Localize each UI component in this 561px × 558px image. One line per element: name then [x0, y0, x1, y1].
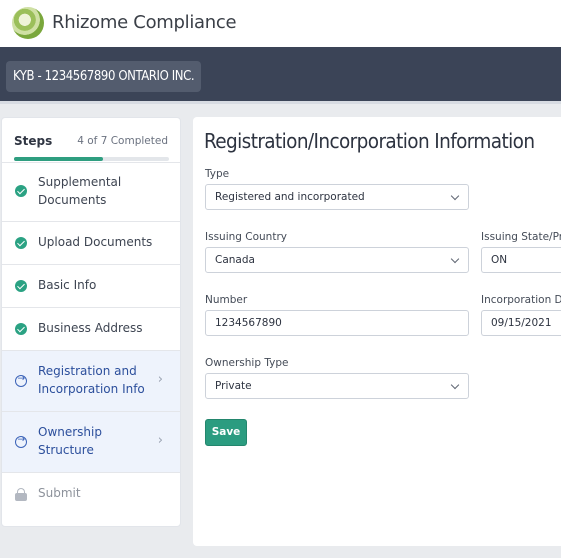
step-label: Supplemental Documents [38, 175, 122, 207]
issuing-state-value: ON [491, 254, 508, 266]
type-select[interactable]: Registered and incorporated [205, 184, 469, 210]
chevron-down-icon [450, 191, 460, 201]
incorporation-date-input[interactable]: 09/15/2021 [481, 310, 561, 336]
number-value: 1234567890 [215, 317, 282, 329]
issuing-country-select[interactable]: Canada [205, 247, 469, 273]
step-label: Basic Info [38, 278, 97, 292]
registration-form-panel: Registration/Incorporation Information T… [193, 117, 561, 546]
step-supplemental-documents[interactable]: Supplemental Documents [2, 163, 180, 222]
ownership-type-label: Ownership Type [205, 357, 289, 369]
step-business-address[interactable]: Business Address [2, 308, 180, 351]
step-label: Ownership Structure [38, 425, 102, 457]
type-value: Registered and incorporated [215, 191, 365, 203]
issuing-country-value: Canada [215, 254, 255, 266]
step-label: Submit [38, 486, 81, 500]
rhizome-logo-icon[interactable] [12, 7, 44, 39]
chevron-right-icon: › [157, 433, 163, 448]
chevron-right-icon: › [157, 372, 163, 387]
steps-title: Steps [14, 134, 53, 148]
check-circle-icon [15, 280, 27, 292]
number-input[interactable]: 1234567890 [205, 310, 469, 336]
step-submit: Submit [2, 473, 180, 516]
page-header: KYB - 1234567890 ONTARIO INC. [0, 47, 561, 104]
steps-progress-bar [14, 157, 169, 161]
incorporation-date-label: Incorporation Da [481, 294, 561, 306]
step-label: Registration and Incorporation Info [38, 364, 145, 396]
brand-name[interactable]: Rhizome Compliance [52, 12, 237, 33]
step-registration-incorporation[interactable]: Registration and Incorporation Info › [2, 351, 180, 412]
ownership-type-select[interactable]: Private [205, 373, 469, 399]
check-circle-icon [15, 323, 27, 335]
chevron-down-icon [450, 254, 460, 264]
arrow-circle-icon [15, 435, 27, 448]
step-ownership-structure[interactable]: Ownership Structure › [2, 412, 180, 473]
incorporation-date-value: 09/15/2021 [491, 317, 552, 329]
page-title: Registration/Incorporation Information [204, 129, 535, 153]
ownership-type-value: Private [215, 380, 252, 392]
steps-panel: Steps 4 of 7 Completed Supplemental Docu… [1, 117, 181, 527]
step-upload-documents[interactable]: Upload Documents [2, 222, 180, 265]
step-label: Business Address [38, 321, 143, 335]
issuing-country-label: Issuing Country [205, 231, 287, 243]
chevron-down-icon [450, 380, 460, 390]
kyb-title-chip: KYB - 1234567890 ONTARIO INC. [6, 61, 202, 92]
top-bar: Rhizome Compliance [0, 0, 561, 47]
issuing-state-label: Issuing State/Pro [481, 231, 561, 243]
number-label: Number [205, 294, 248, 306]
save-button[interactable]: Save [205, 419, 247, 446]
check-circle-icon [15, 185, 27, 197]
step-basic-info[interactable]: Basic Info [2, 265, 180, 308]
steps-header: Steps 4 of 7 Completed [2, 118, 180, 163]
steps-completed-count: 4 of 7 Completed [77, 135, 168, 147]
step-label: Upload Documents [38, 235, 153, 249]
arrow-circle-icon [15, 374, 27, 387]
lock-icon [15, 488, 27, 501]
steps-progress-fill [14, 157, 103, 161]
issuing-state-select[interactable]: ON [481, 247, 561, 273]
type-label: Type [205, 168, 230, 180]
check-circle-icon [15, 237, 27, 249]
